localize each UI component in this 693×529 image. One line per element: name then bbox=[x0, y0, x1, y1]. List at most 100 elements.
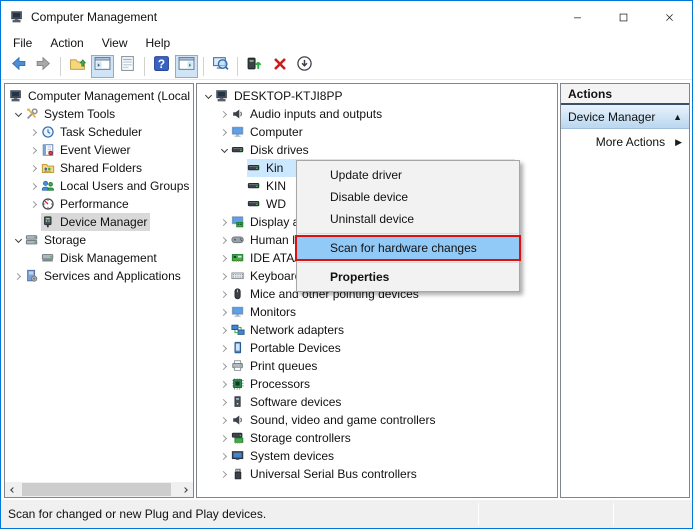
close-button[interactable] bbox=[646, 1, 692, 33]
context-menu-item-uninstall-device[interactable]: Uninstall device bbox=[297, 208, 519, 230]
tree-item-storage-controllers[interactable]: Storage controllers bbox=[197, 429, 557, 447]
scrollbar-thumb[interactable] bbox=[22, 483, 171, 496]
expander-collapsed-icon[interactable] bbox=[217, 292, 231, 297]
action-pane-toggle-button[interactable] bbox=[175, 55, 198, 78]
console-tree-toggle-button[interactable] bbox=[91, 55, 114, 78]
event-viewer-icon bbox=[41, 143, 58, 157]
row-content: Disk Management bbox=[41, 249, 160, 267]
chevron-right-icon bbox=[219, 452, 226, 459]
chevron-down-icon bbox=[14, 109, 21, 116]
maximize-button[interactable] bbox=[600, 1, 646, 33]
chevron-right-icon bbox=[219, 272, 226, 279]
scroll-right-arrow-icon[interactable] bbox=[177, 482, 193, 497]
expander-collapsed-icon[interactable] bbox=[217, 382, 231, 387]
expander-collapsed-icon[interactable] bbox=[217, 112, 231, 117]
expander-collapsed-icon[interactable] bbox=[217, 274, 231, 279]
uninstall-device-button[interactable] bbox=[268, 55, 291, 78]
expander-collapsed-icon[interactable] bbox=[217, 220, 231, 225]
expander-collapsed-icon[interactable] bbox=[11, 274, 25, 279]
tree-item-disk-management[interactable]: Disk Management bbox=[5, 249, 193, 267]
expander-expanded-icon[interactable] bbox=[201, 95, 215, 98]
scan-hardware-button[interactable] bbox=[293, 55, 316, 78]
more-actions-label: More Actions bbox=[596, 135, 665, 149]
menu-action[interactable]: Action bbox=[41, 34, 92, 52]
help-button[interactable]: ? bbox=[150, 55, 173, 78]
expander-collapsed-icon[interactable] bbox=[217, 310, 231, 315]
tree-item-label: Universal Serial Bus controllers bbox=[248, 466, 420, 482]
tree-item-local-users-and-groups[interactable]: Local Users and Groups bbox=[5, 177, 193, 195]
update-driver-button[interactable] bbox=[243, 55, 266, 78]
expander-collapsed-icon[interactable] bbox=[217, 238, 231, 243]
search-computer-button[interactable] bbox=[209, 55, 232, 78]
tree-item-system-tools[interactable]: System Tools bbox=[5, 105, 193, 123]
expander-collapsed-icon[interactable] bbox=[27, 166, 41, 171]
expander-collapsed-icon[interactable] bbox=[217, 364, 231, 369]
tree-item-disk-drives[interactable]: Disk drives bbox=[197, 141, 557, 159]
menu-help[interactable]: Help bbox=[137, 34, 180, 52]
expander-collapsed-icon[interactable] bbox=[217, 130, 231, 135]
expander-collapsed-icon[interactable] bbox=[217, 418, 231, 423]
tree-item-universal-serial-bus-controllers[interactable]: Universal Serial Bus controllers bbox=[197, 465, 557, 483]
row-content: Software devices bbox=[231, 393, 344, 411]
expander-collapsed-icon[interactable] bbox=[27, 130, 41, 135]
expander-collapsed-icon[interactable] bbox=[27, 184, 41, 189]
horizontal-scrollbar[interactable] bbox=[5, 482, 193, 497]
chevron-right-icon bbox=[219, 434, 226, 441]
tree-item-desktop-ktji8pp[interactable]: DESKTOP-KTJI8PP bbox=[197, 87, 557, 105]
context-menu-item-update-driver[interactable]: Update driver bbox=[297, 164, 519, 186]
tree-item-device-manager[interactable]: Device Manager bbox=[5, 213, 193, 231]
menu-view[interactable]: View bbox=[93, 34, 137, 52]
shared-folders-icon bbox=[41, 161, 58, 175]
actions-group-device-manager[interactable]: Device Manager ▲ bbox=[561, 105, 689, 129]
tree-item-monitors[interactable]: Monitors bbox=[197, 303, 557, 321]
tree-item-shared-folders[interactable]: Shared Folders bbox=[5, 159, 193, 177]
tree-item-task-scheduler[interactable]: Task Scheduler bbox=[5, 123, 193, 141]
expander-collapsed-icon[interactable] bbox=[217, 454, 231, 459]
folder-up-button[interactable] bbox=[66, 55, 89, 78]
properties-button[interactable] bbox=[116, 55, 139, 78]
expander-expanded-icon[interactable] bbox=[11, 113, 25, 116]
expander-collapsed-icon[interactable] bbox=[217, 400, 231, 405]
context-menu-item-scan-for-hardware-changes-annotated[interactable]: Scan for hardware changes bbox=[297, 237, 519, 259]
tree-item-audio-inputs-and-outputs[interactable]: Audio inputs and outputs bbox=[197, 105, 557, 123]
tree-item-computer[interactable]: Computer bbox=[197, 123, 557, 141]
tree-item-portable-devices[interactable]: Portable Devices bbox=[197, 339, 557, 357]
expander-collapsed-icon[interactable] bbox=[217, 256, 231, 261]
chevron-right-icon bbox=[29, 182, 36, 189]
expander-expanded-icon[interactable] bbox=[11, 239, 25, 242]
context-menu: Update driverDisable deviceUninstall dev… bbox=[296, 160, 520, 292]
expander-collapsed-icon[interactable] bbox=[27, 202, 41, 207]
expander-collapsed-icon[interactable] bbox=[217, 472, 231, 477]
context-menu-item-properties[interactable]: Properties bbox=[297, 266, 519, 288]
tree-item-print-queues[interactable]: Print queues bbox=[197, 357, 557, 375]
row-content: Event Viewer bbox=[41, 141, 133, 159]
tree-item-network-adapters[interactable]: Network adapters bbox=[197, 321, 557, 339]
scroll-left-arrow-icon[interactable] bbox=[5, 482, 21, 497]
tree-item-processors[interactable]: Processors bbox=[197, 375, 557, 393]
menu-file[interactable]: File bbox=[4, 34, 41, 52]
tree-item-computer-management-local[interactable]: Computer Management (Local bbox=[5, 87, 193, 105]
tree-item-services-and-applications[interactable]: Services and Applications bbox=[5, 267, 193, 285]
expander-collapsed-icon[interactable] bbox=[217, 328, 231, 333]
expander-collapsed-icon[interactable] bbox=[217, 346, 231, 351]
tree-item-system-devices[interactable]: System devices bbox=[197, 447, 557, 465]
expander-collapsed-icon[interactable] bbox=[217, 436, 231, 441]
tree-item-label: Software devices bbox=[248, 394, 344, 410]
collapse-arrow-icon[interactable]: ▲ bbox=[673, 112, 682, 122]
chevron-right-icon bbox=[219, 380, 226, 387]
row-content: Services and Applications bbox=[25, 267, 184, 285]
context-menu-item-disable-device[interactable]: Disable device bbox=[297, 186, 519, 208]
tree-item-sound-video-and-game-controllers[interactable]: Sound, video and game controllers bbox=[197, 411, 557, 429]
tree-item-label: Disk Management bbox=[58, 250, 160, 266]
expander-expanded-icon[interactable] bbox=[217, 149, 231, 152]
expander-collapsed-icon[interactable] bbox=[27, 148, 41, 153]
tree-item-storage[interactable]: Storage bbox=[5, 231, 193, 249]
row-content: Monitors bbox=[231, 303, 299, 321]
tree-item-performance[interactable]: Performance bbox=[5, 195, 193, 213]
forward-button[interactable] bbox=[32, 55, 55, 78]
more-actions-item[interactable]: More Actions ▶ bbox=[561, 129, 689, 155]
minimize-button[interactable] bbox=[554, 1, 600, 33]
back-button[interactable] bbox=[7, 55, 30, 78]
tree-item-software-devices[interactable]: Software devices bbox=[197, 393, 557, 411]
tree-item-event-viewer[interactable]: Event Viewer bbox=[5, 141, 193, 159]
